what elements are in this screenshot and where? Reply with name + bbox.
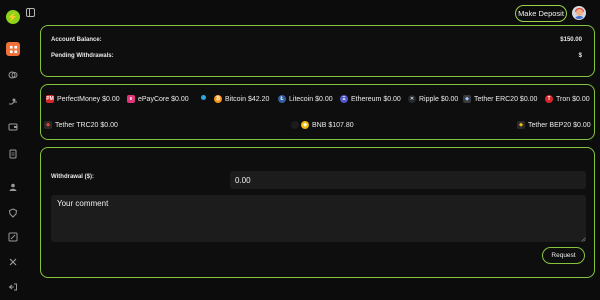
resize-grip-icon[interactable] [581,237,586,242]
asset-unknown-coin[interactable] [201,95,209,100]
asset-tether-bep20[interactable]: ◆ Tether BEP20 $0.00 [517,121,591,129]
comment-field[interactable] [51,195,586,242]
request-button[interactable]: Request [542,247,585,264]
asset-ethereum[interactable]: Ξ Ethereum $0.00 [340,95,401,103]
pending-withdrawals-row: Pending Withdrawals: $ [51,53,582,59]
pending-withdrawals-value: $ [578,53,582,59]
epaycore-icon: e [127,95,135,103]
users-icon [9,183,17,191]
asset-bitcoin[interactable]: ₿ Bitcoin $42.20 [214,95,269,103]
tools-icon [9,258,17,266]
bnb-icon: ◆ [301,121,309,129]
tether-bep20-icon: ◆ [517,121,525,129]
sidebar: ⚡ [0,0,26,300]
asset-epaycore[interactable]: e ePayCore $0.00 [127,95,189,103]
balance-card: Account Balance: $150.00 Pending Withdra… [40,25,595,77]
avatar[interactable] [572,6,586,20]
assets-card: PM PerfectMoney $0.00 e ePayCore $0.00 ₿… [40,84,595,140]
bitcoin-icon: ₿ [214,95,222,103]
logout-icon [8,283,17,291]
tron-icon: T [545,95,553,103]
asset-tether-trc20[interactable]: ◆ Tether TRC20 $0.00 [44,121,118,129]
sidebar-item-tools[interactable] [7,256,19,268]
ethereum-icon: Ξ [340,95,348,103]
asset-tether-erc20[interactable]: ◆ Tether ERC20 $0.00 [463,95,537,103]
ripple-icon: ✕ [408,95,416,103]
tether-erc20-icon: ◆ [463,95,471,103]
perfectmoney-icon: PM [46,95,54,103]
litecoin-icon: Ł [278,95,286,103]
bnb-dark-icon [291,121,299,129]
logo-icon[interactable]: ⚡ [6,10,20,24]
sidebar-item-edit[interactable] [7,231,19,243]
account-balance-label: Account Balance: [51,37,102,43]
hand-coin-icon [9,98,17,105]
withdrawal-card: Withdrawal ($): Request [40,147,595,278]
unknown-coin-icon [201,95,206,100]
grid-icon [9,45,17,53]
account-balance-row: Account Balance: $150.00 [51,37,582,43]
sidebar-toggle-icon[interactable] [26,8,35,17]
asset-ripple[interactable]: ✕ Ripple $0.00 [408,95,458,103]
coins-icon [8,71,18,79]
edit-icon [8,232,18,242]
asset-perfectmoney[interactable]: PM PerfectMoney $0.00 [46,95,120,103]
asset-bnb[interactable]: ◆ BNB $107.80 [291,121,354,129]
wallet-icon [8,123,18,131]
asset-litecoin[interactable]: Ł Litecoin $0.00 [278,95,333,103]
withdrawal-amount-input[interactable] [230,171,586,189]
sidebar-item-wallet[interactable] [7,121,19,133]
sidebar-item-documents[interactable] [7,148,19,160]
shield-icon [8,208,18,218]
pending-withdrawals-label: Pending Withdrawals: [51,53,114,59]
document-icon [9,149,17,159]
tether-trc20-icon: ◆ [44,121,52,129]
sidebar-item-logout[interactable] [7,281,19,293]
sidebar-item-dashboard[interactable] [6,42,20,56]
withdrawal-amount-label: Withdrawal ($): [51,174,94,180]
asset-tron[interactable]: T Tron $0.00 [545,95,590,103]
sidebar-item-coins[interactable] [7,69,19,81]
make-deposit-button[interactable]: Make Deposit [515,5,567,22]
sidebar-item-deposit[interactable] [7,96,19,108]
sidebar-item-users[interactable] [7,181,19,193]
sidebar-item-security[interactable] [7,207,19,219]
account-balance-value: $150.00 [560,37,582,43]
